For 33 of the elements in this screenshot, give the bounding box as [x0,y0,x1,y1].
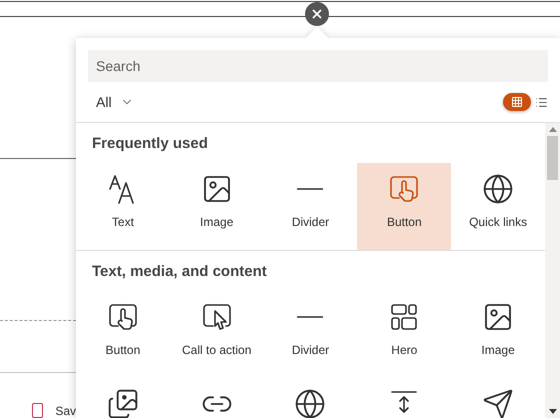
section-heading: Frequently used [91,135,209,154]
divider-icon [297,316,324,318]
web-part-tile[interactable]: Image [170,163,264,250]
web-part-tile[interactable]: Divider [264,291,358,378]
web-part-tile[interactable]: Quick links [451,163,545,250]
section-heading: Text, media, and content [91,263,268,282]
close-button[interactable] [305,2,329,26]
scroll-up-icon[interactable] [548,127,556,132]
web-part-tile[interactable]: Hero [357,291,452,378]
web-part-tile[interactable]: Text [76,163,170,250]
globe-icon [482,173,514,205]
grid-icon [511,96,523,108]
divider-icon [297,188,324,190]
send-icon [482,388,514,418]
cursor-icon [200,301,233,333]
images-icon [106,388,139,418]
web-part-tile[interactable]: Divider [264,163,358,250]
web-part-tile[interactable]: Call to action [170,291,264,378]
checkbox-label: Sav [55,404,76,418]
scroll-down-icon[interactable] [548,409,556,414]
checkbox[interactable] [32,403,44,418]
hand-pointer-icon [106,301,139,333]
hand-pointer-icon [388,173,420,205]
close-icon [310,7,324,21]
grid-view-button[interactable] [503,93,531,111]
filter-dropdown[interactable]: All [96,94,134,110]
search-field[interactable]: Search [88,50,548,82]
web-part-tile[interactable]: Button [357,163,452,250]
web-part-tile[interactable]: Button [76,291,170,378]
globe-icon [294,388,326,418]
scrollbar[interactable] [545,123,560,418]
web-part-tile[interactable]: Image [451,291,545,378]
scrollbar-thumb[interactable] [547,136,558,180]
